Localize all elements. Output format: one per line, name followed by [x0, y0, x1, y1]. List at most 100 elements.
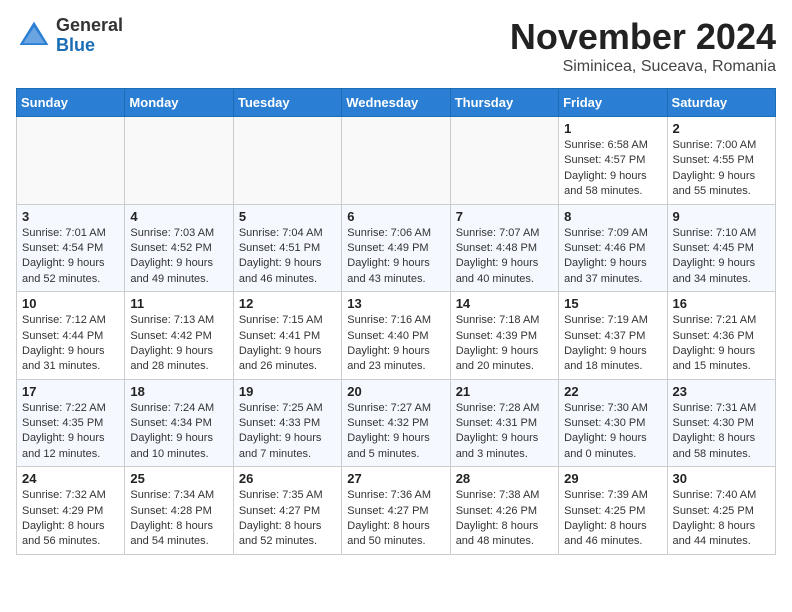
day-detail: Sunrise: 7:24 AMSunset: 4:34 PMDaylight:…	[130, 401, 227, 463]
day-number: 14	[456, 296, 553, 311]
day-number: 24	[22, 471, 119, 486]
title-block: November 2024 Siminicea, Suceava, Romani…	[510, 16, 776, 76]
day-detail: Sunrise: 7:01 AMSunset: 4:54 PMDaylight:…	[22, 226, 119, 288]
month-title: November 2024	[510, 16, 776, 58]
day-number: 9	[673, 209, 770, 224]
day-detail: Sunrise: 7:27 AMSunset: 4:32 PMDaylight:…	[347, 401, 444, 463]
day-number: 21	[456, 384, 553, 399]
calendar-cell	[450, 117, 558, 205]
day-number: 13	[347, 296, 444, 311]
calendar-cell: 15 Sunrise: 7:19 AMSunset: 4:37 PMDayligh…	[559, 292, 667, 380]
day-detail: Sunrise: 7:06 AMSunset: 4:49 PMDaylight:…	[347, 226, 444, 288]
day-number: 18	[130, 384, 227, 399]
calendar-cell: 3Sunrise: 7:01 AMSunset: 4:54 PMDaylight…	[17, 204, 125, 292]
day-detail: Sunrise: 7:03 AMSunset: 4:52 PMDaylight:…	[130, 226, 227, 288]
day-number: 28	[456, 471, 553, 486]
calendar-week-row: 24 Sunrise: 7:32 AMSunset: 4:29 PMDayligh…	[17, 467, 776, 555]
day-detail: Sunrise: 6:58 AMSunset: 4:57 PMDaylight:…	[564, 138, 661, 200]
calendar-cell: 22 Sunrise: 7:30 AMSunset: 4:30 PMDayligh…	[559, 379, 667, 467]
calendar-cell: 12 Sunrise: 7:15 AMSunset: 4:41 PMDayligh…	[233, 292, 341, 380]
weekday-header: Saturday	[667, 89, 775, 117]
calendar-cell: 27Sunrise: 7:36 AMSunset: 4:27 PMDayligh…	[342, 467, 450, 555]
calendar-cell	[17, 117, 125, 205]
day-number: 27	[347, 471, 444, 486]
logo-text: General Blue	[56, 16, 123, 56]
day-detail: Sunrise: 7:18 AMSunset: 4:39 PMDaylight:…	[456, 313, 553, 375]
day-number: 16	[673, 296, 770, 311]
calendar-cell	[233, 117, 341, 205]
day-number: 22	[564, 384, 661, 399]
day-detail: Sunrise: 7:04 AMSunset: 4:51 PMDaylight:…	[239, 226, 336, 288]
day-number: 26	[239, 471, 336, 486]
day-detail: Sunrise: 7:38 AMSunset: 4:26 PMDaylight:…	[456, 488, 553, 550]
calendar-cell: 20 Sunrise: 7:27 AMSunset: 4:32 PMDayligh…	[342, 379, 450, 467]
day-number: 11	[130, 296, 227, 311]
day-detail: Sunrise: 7:10 AMSunset: 4:45 PMDaylight:…	[673, 226, 770, 288]
weekday-header: Tuesday	[233, 89, 341, 117]
calendar-week-row: 10 Sunrise: 7:12 AMSunset: 4:44 PMDayligh…	[17, 292, 776, 380]
calendar-cell: 29Sunrise: 7:39 AMSunset: 4:25 PMDayligh…	[559, 467, 667, 555]
calendar-cell: 23Sunrise: 7:31 AMSunset: 4:30 PMDayligh…	[667, 379, 775, 467]
day-detail: Sunrise: 7:28 AMSunset: 4:31 PMDaylight:…	[456, 401, 553, 463]
weekday-header: Thursday	[450, 89, 558, 117]
calendar-week-row: 1 Sunrise: 6:58 AMSunset: 4:57 PMDaylight…	[17, 117, 776, 205]
day-number: 20	[347, 384, 444, 399]
day-detail: Sunrise: 7:13 AMSunset: 4:42 PMDaylight:…	[130, 313, 227, 375]
calendar-cell: 26 Sunrise: 7:35 AMSunset: 4:27 PMDayligh…	[233, 467, 341, 555]
weekday-header-row: SundayMondayTuesdayWednesdayThursdayFrid…	[17, 89, 776, 117]
page-header: General Blue November 2024 Siminicea, Su…	[16, 16, 776, 76]
day-number: 12	[239, 296, 336, 311]
day-number: 7	[456, 209, 553, 224]
calendar-cell: 28 Sunrise: 7:38 AMSunset: 4:26 PMDayligh…	[450, 467, 558, 555]
calendar-cell: 7 Sunrise: 7:07 AMSunset: 4:48 PMDaylight…	[450, 204, 558, 292]
day-detail: Sunrise: 7:32 AMSunset: 4:29 PMDaylight:…	[22, 488, 119, 550]
day-number: 29	[564, 471, 661, 486]
calendar-cell: 2Sunrise: 7:00 AMSunset: 4:55 PMDaylight…	[667, 117, 775, 205]
day-number: 30	[673, 471, 770, 486]
calendar-cell: 6 Sunrise: 7:06 AMSunset: 4:49 PMDaylight…	[342, 204, 450, 292]
day-detail: Sunrise: 7:19 AMSunset: 4:37 PMDaylight:…	[564, 313, 661, 375]
day-number: 17	[22, 384, 119, 399]
day-detail: Sunrise: 7:16 AMSunset: 4:40 PMDaylight:…	[347, 313, 444, 375]
day-detail: Sunrise: 7:22 AMSunset: 4:35 PMDaylight:…	[22, 401, 119, 463]
calendar-cell: 1 Sunrise: 6:58 AMSunset: 4:57 PMDaylight…	[559, 117, 667, 205]
day-number: 6	[347, 209, 444, 224]
day-number: 23	[673, 384, 770, 399]
calendar-week-row: 17 Sunrise: 7:22 AMSunset: 4:35 PMDayligh…	[17, 379, 776, 467]
calendar-cell	[342, 117, 450, 205]
weekday-header: Monday	[125, 89, 233, 117]
calendar-cell: 9 Sunrise: 7:10 AMSunset: 4:45 PMDaylight…	[667, 204, 775, 292]
calendar: SundayMondayTuesdayWednesdayThursdayFrid…	[16, 88, 776, 555]
calendar-week-row: 3Sunrise: 7:01 AMSunset: 4:54 PMDaylight…	[17, 204, 776, 292]
day-number: 4	[130, 209, 227, 224]
day-detail: Sunrise: 7:07 AMSunset: 4:48 PMDaylight:…	[456, 226, 553, 288]
day-detail: Sunrise: 7:12 AMSunset: 4:44 PMDaylight:…	[22, 313, 119, 375]
calendar-cell: 10 Sunrise: 7:12 AMSunset: 4:44 PMDayligh…	[17, 292, 125, 380]
day-number: 1	[564, 121, 661, 136]
calendar-cell: 25Sunrise: 7:34 AMSunset: 4:28 PMDayligh…	[125, 467, 233, 555]
day-number: 19	[239, 384, 336, 399]
calendar-cell: 18 Sunrise: 7:24 AMSunset: 4:34 PMDayligh…	[125, 379, 233, 467]
calendar-cell: 16 Sunrise: 7:21 AMSunset: 4:36 PMDayligh…	[667, 292, 775, 380]
calendar-cell: 21 Sunrise: 7:28 AMSunset: 4:31 PMDayligh…	[450, 379, 558, 467]
day-number: 15	[564, 296, 661, 311]
calendar-cell: 30Sunrise: 7:40 AMSunset: 4:25 PMDayligh…	[667, 467, 775, 555]
day-detail: Sunrise: 7:35 AMSunset: 4:27 PMDaylight:…	[239, 488, 336, 550]
location: Siminicea, Suceava, Romania	[510, 58, 776, 76]
calendar-cell: 13 Sunrise: 7:16 AMSunset: 4:40 PMDayligh…	[342, 292, 450, 380]
weekday-header: Sunday	[17, 89, 125, 117]
day-detail: Sunrise: 7:15 AMSunset: 4:41 PMDaylight:…	[239, 313, 336, 375]
calendar-cell: 17 Sunrise: 7:22 AMSunset: 4:35 PMDayligh…	[17, 379, 125, 467]
calendar-cell	[125, 117, 233, 205]
calendar-cell: 19 Sunrise: 7:25 AMSunset: 4:33 PMDayligh…	[233, 379, 341, 467]
calendar-cell: 5 Sunrise: 7:04 AMSunset: 4:51 PMDaylight…	[233, 204, 341, 292]
day-detail: Sunrise: 7:21 AMSunset: 4:36 PMDaylight:…	[673, 313, 770, 375]
day-detail: Sunrise: 7:09 AMSunset: 4:46 PMDaylight:…	[564, 226, 661, 288]
day-detail: Sunrise: 7:30 AMSunset: 4:30 PMDaylight:…	[564, 401, 661, 463]
calendar-cell: 8 Sunrise: 7:09 AMSunset: 4:46 PMDaylight…	[559, 204, 667, 292]
day-detail: Sunrise: 7:25 AMSunset: 4:33 PMDaylight:…	[239, 401, 336, 463]
day-number: 10	[22, 296, 119, 311]
day-number: 8	[564, 209, 661, 224]
day-number: 5	[239, 209, 336, 224]
calendar-cell: 4 Sunrise: 7:03 AMSunset: 4:52 PMDaylight…	[125, 204, 233, 292]
